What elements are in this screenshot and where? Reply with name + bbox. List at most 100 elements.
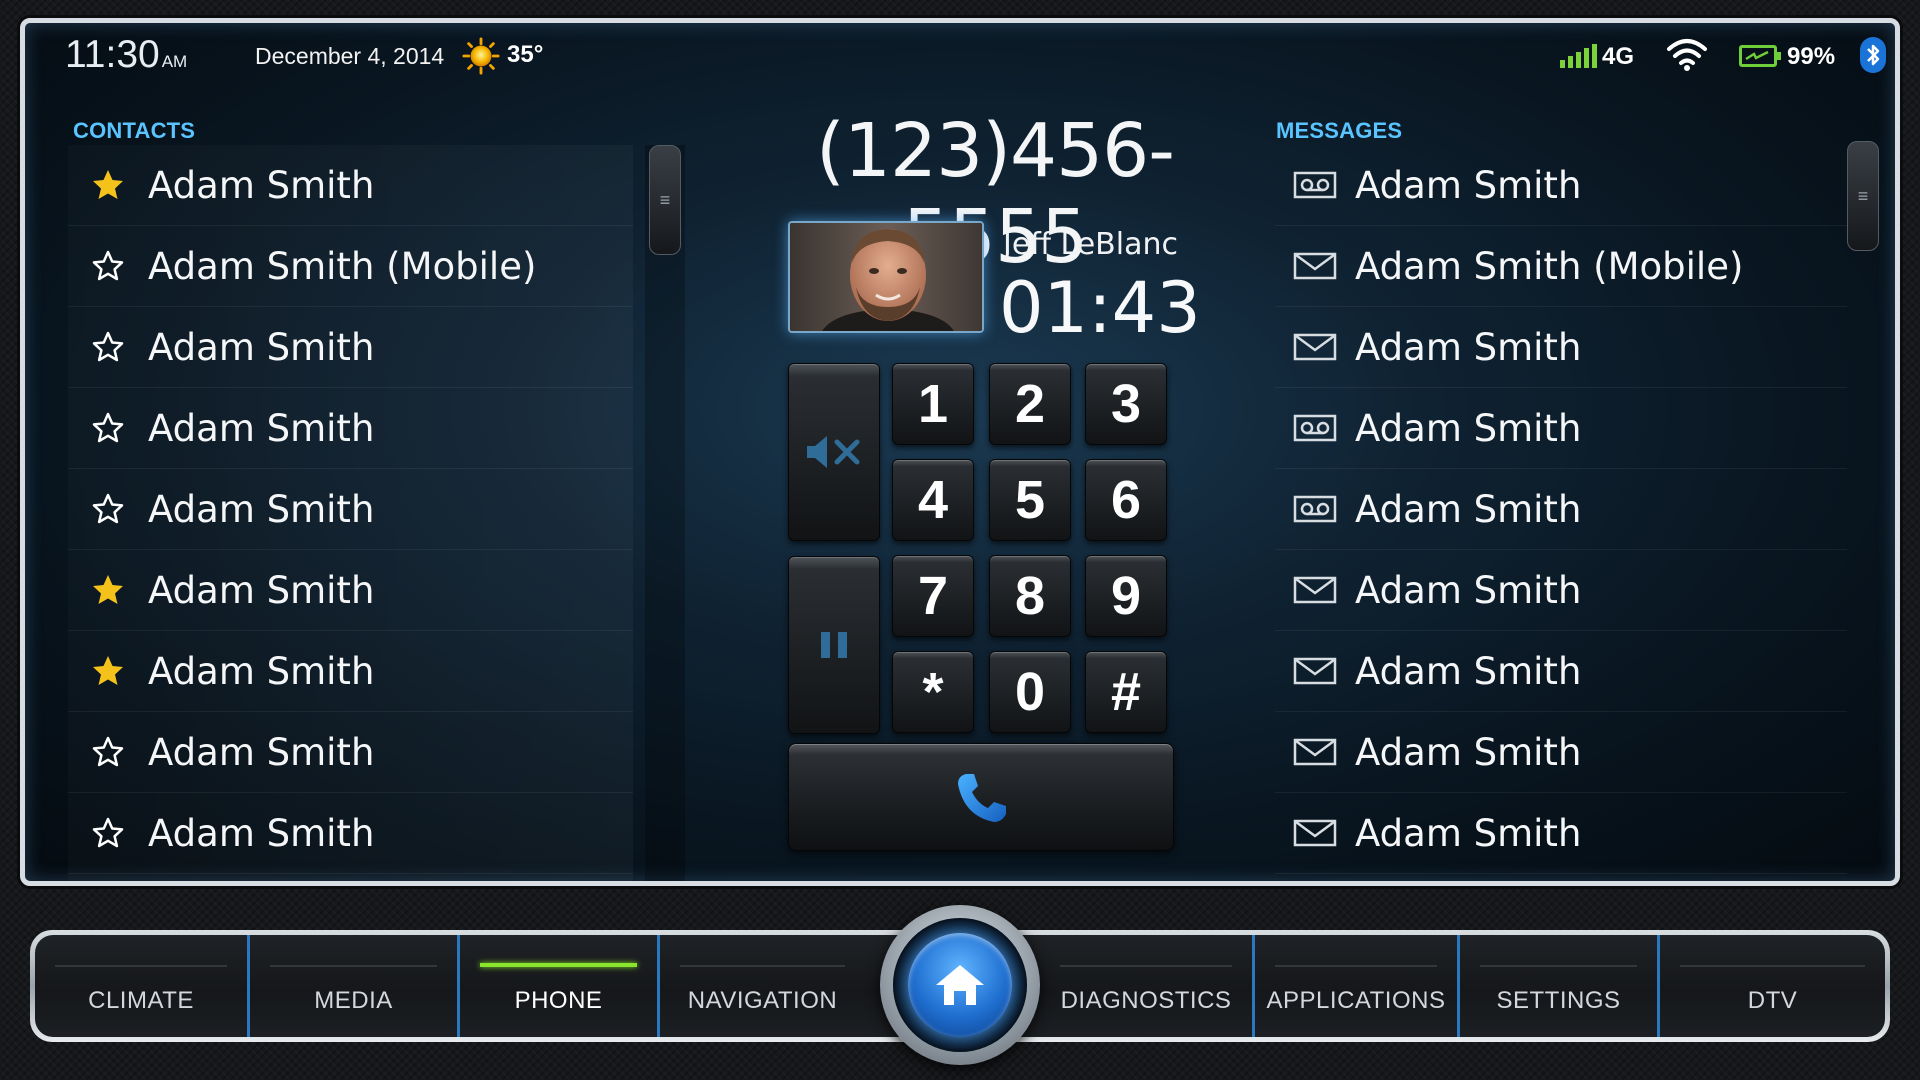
messages-list: Adam Smith Adam Smith (Mobile) Adam Smith A… xyxy=(1275,145,1847,881)
mute-button[interactable] xyxy=(788,363,880,541)
star-outline-icon[interactable] xyxy=(68,330,148,364)
contact-name: Adam Smith xyxy=(148,487,375,531)
nav-settings[interactable]: SETTINGS xyxy=(1460,935,1660,1037)
keypad-key[interactable]: 9 xyxy=(1085,555,1167,637)
star-outline-icon[interactable] xyxy=(68,411,148,445)
contact-name: Adam Smith xyxy=(148,568,375,612)
message-row[interactable]: Adam Smith xyxy=(1275,145,1847,226)
caller-photo xyxy=(788,221,984,333)
envelope-icon xyxy=(1275,576,1355,604)
contact-row[interactable]: Adam Smith xyxy=(68,307,633,388)
keypad-key[interactable]: # xyxy=(1085,651,1167,733)
voicemail-icon xyxy=(1275,495,1355,523)
keypad-key[interactable]: 2 xyxy=(989,363,1071,445)
infotainment-screen: 11:30 AM December 4, 2014 35° 4G 99% CON… xyxy=(20,18,1900,886)
contact-name: Adam Smith xyxy=(148,163,375,207)
date: December 4, 2014 xyxy=(255,43,445,69)
contact-name: Adam Smith xyxy=(148,649,375,693)
bluetooth-icon[interactable] xyxy=(1860,37,1886,73)
message-row[interactable]: Adam Smith xyxy=(1275,712,1847,793)
message-row[interactable]: Adam Smith (Mobile) xyxy=(1275,226,1847,307)
envelope-icon xyxy=(1275,738,1355,766)
star-filled-icon[interactable] xyxy=(68,573,148,607)
message-sender: Adam Smith xyxy=(1355,163,1582,207)
star-outline-icon[interactable] xyxy=(68,816,148,850)
keypad-key[interactable]: 6 xyxy=(1085,459,1167,541)
pause-icon xyxy=(821,632,847,658)
contact-row[interactable]: Adam Smith xyxy=(68,631,633,712)
contact-row[interactable]: Adam Smith xyxy=(68,550,633,631)
contact-row[interactable]: Adam Smith xyxy=(68,712,633,793)
keypad-key[interactable]: 0 xyxy=(989,651,1071,733)
keypad-key[interactable]: 1 xyxy=(892,363,974,445)
contacts-list: Adam Smith Adam Smith (Mobile) Adam Smith A… xyxy=(68,145,633,881)
battery-icon xyxy=(1739,45,1781,67)
contact-row[interactable]: Adam Smith (Mobile) xyxy=(68,226,633,307)
keypad-key[interactable]: 3 xyxy=(1085,363,1167,445)
voicemail-icon xyxy=(1275,171,1355,199)
message-row[interactable]: Adam Smith xyxy=(1275,631,1847,712)
keypad-key[interactable]: 4 xyxy=(892,459,974,541)
nav-media[interactable]: MEDIA xyxy=(250,935,460,1037)
home-button[interactable] xyxy=(880,905,1040,1065)
contact-name: Adam Smith xyxy=(148,325,375,369)
message-sender: Adam Smith xyxy=(1355,730,1582,774)
message-sender: Adam Smith xyxy=(1355,811,1582,855)
keypad-key[interactable]: * xyxy=(892,651,974,733)
messages-scrollbar[interactable]: ≡ xyxy=(1847,141,1879,251)
nav-dtv[interactable]: DTV xyxy=(1660,935,1885,1037)
battery-level: 99% xyxy=(1787,43,1836,70)
contact-row[interactable]: Adam Smith xyxy=(68,469,633,550)
contact-row[interactable]: Adam Smith xyxy=(68,145,633,226)
envelope-icon xyxy=(1275,333,1355,361)
star-outline-icon[interactable] xyxy=(68,249,148,283)
wifi-icon xyxy=(1667,39,1707,71)
contacts-scrollbar[interactable]: ≡ xyxy=(649,145,681,255)
network-type: 4G xyxy=(1602,43,1635,70)
call-timer: 01:43 xyxy=(999,267,1201,349)
contact-name: Adam Smith xyxy=(148,406,375,450)
mute-icon xyxy=(807,436,860,468)
keypad-key[interactable]: 5 xyxy=(989,459,1071,541)
message-sender: Adam Smith xyxy=(1355,487,1582,531)
temperature: 35° xyxy=(507,41,544,68)
message-sender: Adam Smith (Mobile) xyxy=(1355,244,1744,288)
keypad-key[interactable]: 8 xyxy=(989,555,1071,637)
phone-icon xyxy=(958,774,1006,822)
caller-name: Jeff LeBlanc xyxy=(1003,227,1178,262)
messages-title: MESSAGES xyxy=(1276,118,1403,143)
envelope-icon xyxy=(1275,252,1355,280)
nav-navigation[interactable]: NAVIGATION xyxy=(660,935,865,1037)
keypad-key[interactable]: 7 xyxy=(892,555,974,637)
signal-icon xyxy=(1560,42,1597,68)
call-button[interactable] xyxy=(788,743,1174,851)
envelope-icon xyxy=(1275,819,1355,847)
message-row[interactable]: Adam Smith xyxy=(1275,793,1847,874)
message-sender: Adam Smith xyxy=(1355,325,1582,369)
message-row[interactable]: Adam Smith xyxy=(1275,469,1847,550)
clock-time: 11:30 xyxy=(65,33,160,76)
star-outline-icon[interactable] xyxy=(68,735,148,769)
nav-applications[interactable]: APPLICATIONS xyxy=(1255,935,1460,1037)
contact-row[interactable]: Adam Smith xyxy=(68,388,633,469)
clock-ampm: AM xyxy=(161,52,188,71)
message-row[interactable]: Adam Smith xyxy=(1275,307,1847,388)
envelope-icon xyxy=(1275,657,1355,685)
star-filled-icon[interactable] xyxy=(68,168,148,202)
message-row[interactable]: Adam Smith xyxy=(1275,388,1847,469)
star-filled-icon[interactable] xyxy=(68,654,148,688)
nav-diagnostics[interactable]: DIAGNOSTICS xyxy=(1040,935,1255,1037)
contacts-title: CONTACTS xyxy=(73,118,196,143)
contact-row[interactable]: Adam Smith xyxy=(68,793,633,874)
contacts-scroll-track xyxy=(645,145,685,881)
nav-climate[interactable]: CLIMATE xyxy=(35,935,250,1037)
message-row[interactable]: Adam Smith xyxy=(1275,550,1847,631)
sun-icon xyxy=(462,37,500,75)
contact-name: Adam Smith xyxy=(148,811,375,855)
nav-phone[interactable]: PHONE xyxy=(460,935,660,1037)
contact-name: Adam Smith xyxy=(148,730,375,774)
message-sender: Adam Smith xyxy=(1355,406,1582,450)
star-outline-icon[interactable] xyxy=(68,492,148,526)
hold-button[interactable] xyxy=(788,556,880,734)
status-bar: 11:30 AM December 4, 2014 35° 4G 99% xyxy=(25,23,1895,85)
